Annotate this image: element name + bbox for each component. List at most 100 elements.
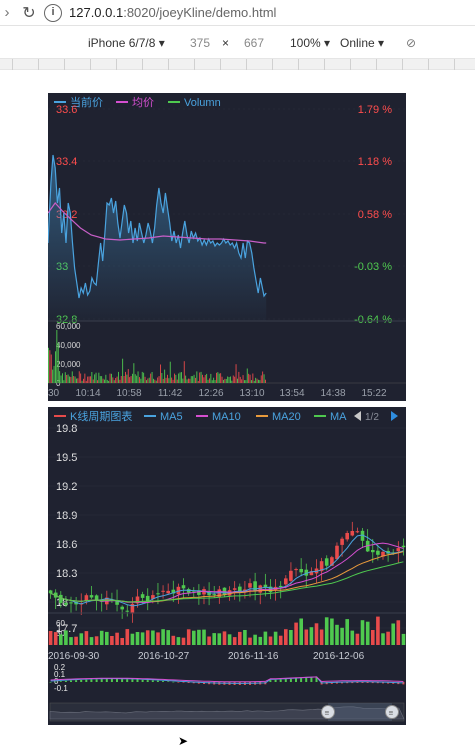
percent-tick-label: 1.79 % — [358, 104, 392, 116]
kline-volume-bar — [263, 631, 268, 645]
volume-bar — [214, 380, 216, 383]
volume-bar — [248, 373, 250, 383]
macd-bar — [162, 681, 164, 682]
percent-tick-label: 1.18 % — [358, 156, 392, 168]
volume-bar — [186, 379, 188, 383]
macd-bar — [131, 679, 134, 682]
volume-bar — [181, 372, 182, 383]
kline-volume-bar — [278, 635, 283, 645]
height-input[interactable]: 667 — [244, 36, 264, 50]
kline-volume-tick-label: 60 — [56, 619, 65, 628]
volume-bar — [179, 372, 181, 383]
volume-bar — [104, 379, 105, 383]
volume-bar — [216, 372, 217, 383]
url-text[interactable]: 127.0.0.1:8020/joeyKline/demo.html — [69, 5, 276, 20]
candle-body — [212, 594, 216, 596]
volume-bar — [127, 369, 129, 383]
volume-bar — [160, 364, 161, 383]
kline-volume-bar — [324, 617, 329, 645]
kline-volume-bar — [48, 631, 53, 645]
volume-bar — [252, 373, 254, 383]
volume-bar — [195, 377, 196, 383]
kline-volume-bar — [145, 630, 150, 645]
volume-bar — [69, 376, 70, 383]
datazoom-selection[interactable] — [328, 703, 392, 721]
kline-date-tick-label: 2016-12-06 — [313, 651, 365, 662]
volume-bar — [113, 380, 115, 383]
network-select[interactable]: Online ▾ — [340, 36, 384, 50]
volume-bar — [253, 380, 255, 383]
macd-bar — [59, 681, 62, 682]
kline-volume-bar — [238, 631, 242, 645]
volume-bar — [94, 374, 96, 383]
volume-bar — [92, 379, 94, 383]
candle-body — [401, 545, 406, 548]
volume-bar — [122, 358, 124, 383]
volume-bar — [244, 380, 245, 383]
volume-bar — [242, 375, 244, 383]
volume-bar — [118, 371, 119, 383]
kline-price-tick-label: 18.6 — [56, 539, 77, 551]
kline-volume-bar — [391, 623, 395, 645]
candle-body — [371, 550, 375, 553]
kline-volume-bar — [74, 636, 78, 645]
volume-bar — [189, 378, 191, 383]
prev-page-icon[interactable] — [354, 411, 361, 421]
browser-address-bar: › ↻ i 127.0.0.1:8020/joeyKline/demo.html — [0, 0, 475, 26]
volume-bar — [204, 375, 206, 383]
macd-bar — [100, 679, 103, 682]
volume-bar — [230, 376, 231, 383]
kline-volume-bar — [289, 630, 293, 645]
kline-volume-bar — [130, 633, 135, 645]
next-page-icon[interactable] — [391, 411, 398, 421]
kline-volume-bar — [284, 629, 288, 645]
volume-bar — [259, 380, 261, 383]
volume-bar — [176, 379, 178, 383]
volume-bar — [112, 377, 114, 383]
volume-bar — [74, 376, 76, 383]
volume-bar — [71, 371, 73, 383]
rotate-icon[interactable]: ⊘ — [406, 36, 416, 50]
macd-bar — [75, 680, 78, 682]
candle-body — [59, 594, 63, 603]
kline-volume-bar — [64, 630, 68, 645]
info-icon[interactable]: i — [44, 3, 62, 22]
legend-label-kline: K线周期图表 — [70, 409, 132, 423]
width-input[interactable]: 375 — [190, 36, 210, 50]
datazoom-slider[interactable]: ≡ ≡ — [49, 702, 405, 722]
kline-volume-bar — [176, 637, 181, 645]
volume-bar — [52, 369, 54, 383]
reload-icon[interactable]: ↻ — [14, 3, 44, 23]
zoom-select[interactable]: 100% ▾ — [290, 36, 330, 50]
volume-bar — [161, 373, 163, 383]
kline-volume-bar — [381, 633, 385, 645]
time-tick-label: 13:54 — [279, 388, 304, 399]
volume-bar — [260, 375, 262, 383]
volume-tick-label: 20,000 — [56, 360, 81, 369]
kline-volume-bar — [84, 631, 89, 645]
back-icon[interactable]: › — [0, 4, 14, 21]
kline-volume-bar — [243, 630, 247, 645]
volume-bar — [154, 379, 156, 383]
volume-bar — [172, 379, 174, 383]
volume-bar — [141, 371, 143, 383]
volume-bar — [157, 377, 159, 383]
device-select[interactable]: iPhone 6/7/8 ▾ — [88, 36, 165, 50]
kline-volume-bar — [365, 621, 370, 645]
kline-price-tick-label: 19.5 — [56, 452, 77, 464]
intraday-chart[interactable]: 当前价 均价 Volumn 33.633.433.23332.8 1.79 %1… — [48, 93, 406, 403]
macd-bar — [310, 677, 313, 682]
volume-bar — [60, 375, 62, 383]
time-tick-label: 14:38 — [320, 388, 345, 399]
volume-bar — [49, 350, 51, 383]
volume-bar — [97, 380, 98, 383]
volume-bar — [220, 373, 222, 383]
macd-bar — [146, 680, 149, 682]
volume-bar — [53, 365, 55, 383]
kline-volume-bar — [140, 632, 145, 645]
kline-chart[interactable]: K线周期图表 MA5 MA10 MA20 MA 1/2 19.8 19.5 19.2… — [48, 407, 406, 725]
percent-tick-label: 0.58 % — [358, 209, 392, 221]
volume-bar — [210, 373, 212, 383]
kline-volume-bar — [232, 637, 237, 645]
volume-bar — [192, 376, 194, 383]
